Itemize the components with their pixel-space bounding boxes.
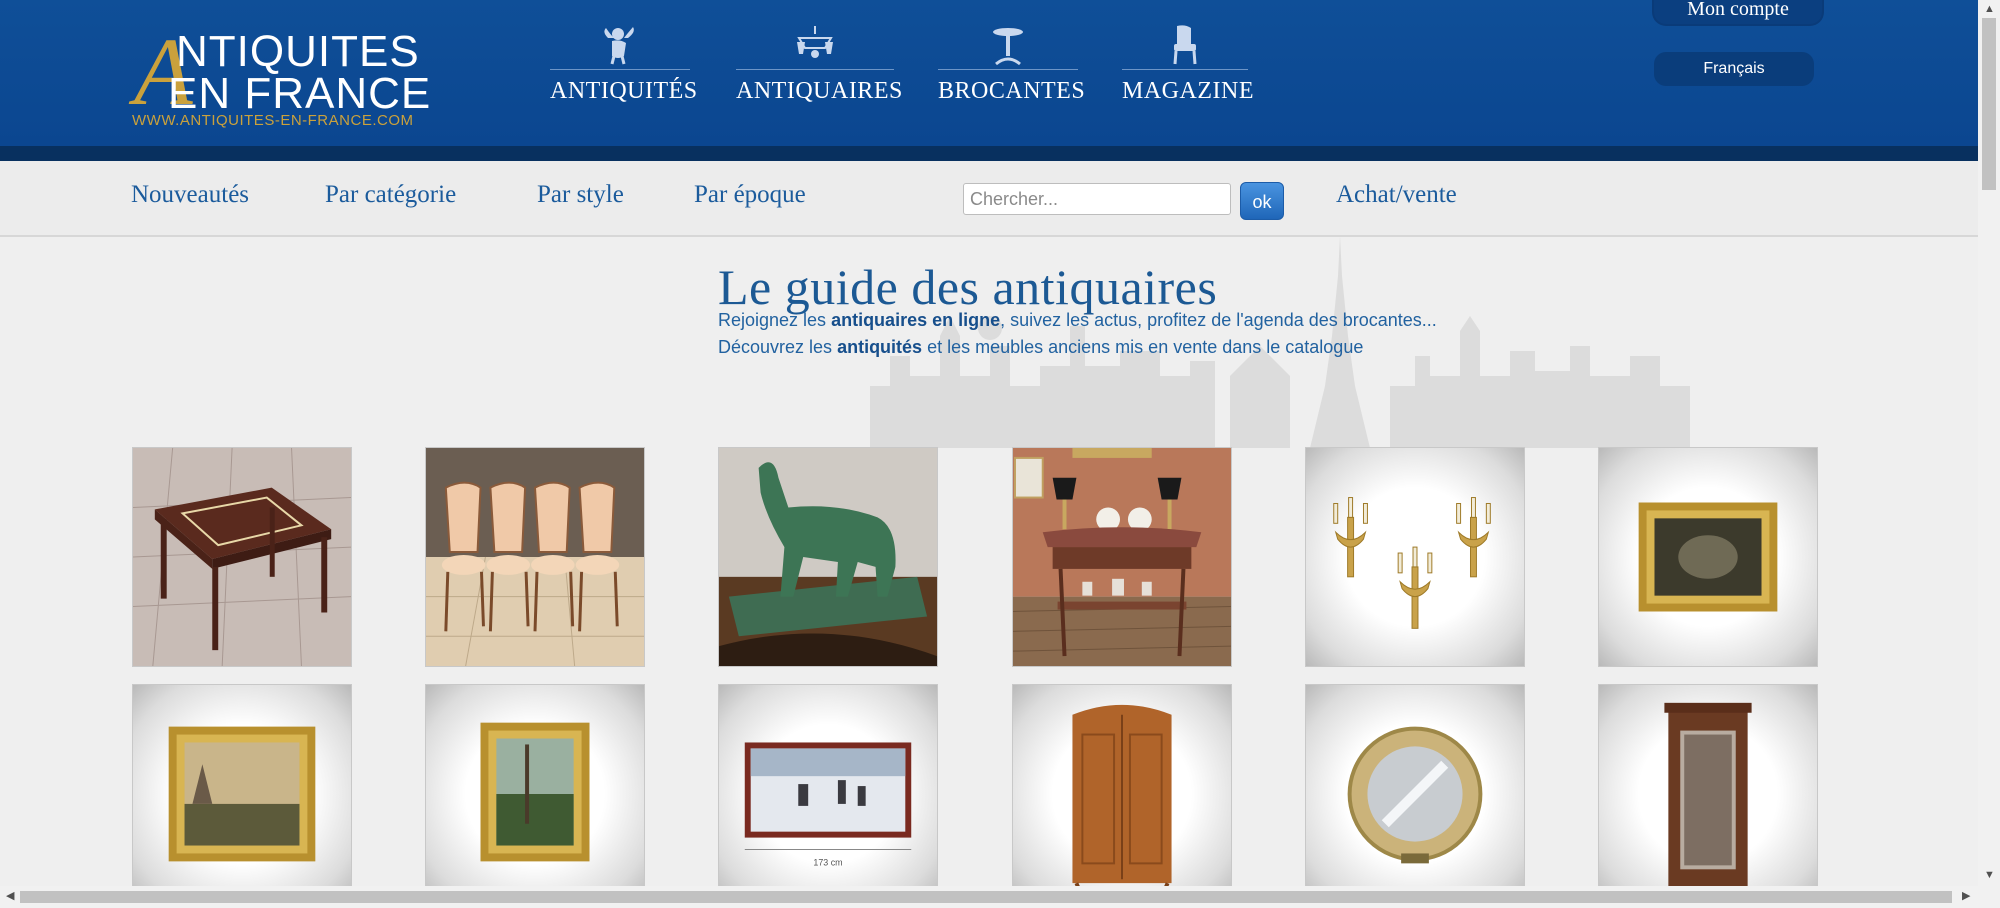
nav-antiquites[interactable]: ANTIQUITÉS: [550, 24, 698, 114]
vertical-scroll-thumb[interactable]: [1982, 18, 1996, 190]
nav-magazine[interactable]: MAGAZINE: [1122, 24, 1254, 114]
nav-label: ANTIQUAIRES: [736, 78, 903, 104]
product-thumbnail-chairs[interactable]: [425, 447, 645, 667]
gilt-frame-painting-image: [1638, 502, 1778, 612]
subnav-par-epoque[interactable]: Par époque: [694, 181, 806, 209]
scroll-left-icon[interactable]: ◀: [6, 891, 14, 902]
cherub-icon: [604, 27, 634, 65]
marble-console-image: [1013, 448, 1231, 666]
scroll-down-icon[interactable]: ▼: [1984, 870, 1995, 881]
product-thumbnail-sconces[interactable]: [1305, 447, 1525, 667]
nav-brocantes[interactable]: BROCANTES: [938, 24, 1086, 114]
site-logo[interactable]: A NTIQUITES EN FRANCE WWW.ANTIQUITES-EN-…: [130, 24, 440, 132]
scroll-right-icon[interactable]: ▶: [1962, 891, 1970, 902]
header-bottom-band: [0, 146, 1978, 161]
inlaid-side-table-image: [133, 448, 351, 666]
armchair-icon: [1173, 25, 1197, 65]
subnav-achat-vente[interactable]: Achat/vente: [1336, 181, 1457, 209]
product-thumbnail-forest-painting[interactable]: [425, 684, 645, 904]
nav-label: MAGAZINE: [1122, 78, 1254, 104]
account-button[interactable]: Mon compte: [1652, 0, 1824, 26]
nav-antiquaires[interactable]: ANTIQUAIRES: [736, 24, 903, 114]
winter-painting-image: 173 cm: [744, 742, 912, 867]
product-thumbnail-winter-painting[interactable]: 173 cm: [718, 684, 938, 904]
four-chairs-image: [426, 448, 644, 666]
search-button[interactable]: ok: [1240, 182, 1284, 220]
language-select[interactable]: Français: [1654, 52, 1814, 86]
porthole-mirror-image: [1347, 726, 1483, 864]
hero-intro-line-1: Rejoignez les antiquaires en ligne, suiv…: [718, 310, 1437, 330]
nav-label: BROCANTES: [938, 78, 1086, 104]
product-thumbnail-horse-sculpture[interactable]: [718, 447, 938, 667]
hero-intro-line-2: Découvrez les antiquités et les meubles …: [718, 337, 1364, 357]
page-title: Le guide des antiquaires: [718, 259, 1218, 315]
forest-painting-image: [480, 722, 590, 862]
search-input[interactable]: [963, 183, 1231, 215]
landscape-painting-image: [168, 726, 316, 862]
horse-sculpture-image: [719, 448, 937, 666]
logo-line-2: EN FRANCE: [168, 69, 432, 118]
product-thumbnail-landscape-painting[interactable]: [132, 684, 352, 904]
chandelier-icon: [797, 26, 833, 58]
mirror-wardrobe-image: [1664, 702, 1752, 890]
product-thumbnail-dark-painting[interactable]: [1598, 447, 1818, 667]
pedestal-table-icon: [993, 28, 1023, 66]
subnav-nouveautes[interactable]: Nouveautés: [131, 181, 249, 209]
product-thumbnail-side-table[interactable]: [132, 447, 352, 667]
product-thumbnail-armoire[interactable]: [1012, 684, 1232, 904]
product-thumbnail-console[interactable]: [1012, 447, 1232, 667]
subnav-par-style[interactable]: Par style: [537, 181, 624, 209]
top-header: A NTIQUITES EN FRANCE WWW.ANTIQUITES-EN-…: [0, 0, 1978, 146]
product-thumbnail-mirror-wardrobe[interactable]: [1598, 684, 1818, 904]
secondary-nav: Nouveautés Par catégorie Par style Par é…: [0, 161, 1978, 237]
link-antiquites[interactable]: antiquités: [837, 337, 922, 357]
nav-label: ANTIQUITÉS: [550, 78, 698, 104]
logo-line-1: NTIQUITES: [176, 27, 420, 76]
logo-url: WWW.ANTIQUITES-EN-FRANCE.COM: [132, 112, 414, 129]
subnav-par-categorie[interactable]: Par catégorie: [325, 181, 456, 209]
wall-sconces-image: [1333, 497, 1491, 629]
wooden-armoire-image: [1072, 704, 1172, 898]
product-thumbnail-porthole-mirror[interactable]: [1305, 684, 1525, 904]
vertical-scrollbar[interactable]: ▲ ▼: [1978, 0, 2000, 908]
horizontal-scrollbar[interactable]: ◀ ▶: [0, 886, 1978, 908]
horizontal-scroll-thumb[interactable]: [20, 891, 1952, 903]
painting-size-caption: 173 cm: [813, 857, 842, 867]
link-antiquaires-en-ligne[interactable]: antiquaires en ligne: [831, 310, 1000, 330]
scroll-up-icon[interactable]: ▲: [1984, 4, 1995, 15]
